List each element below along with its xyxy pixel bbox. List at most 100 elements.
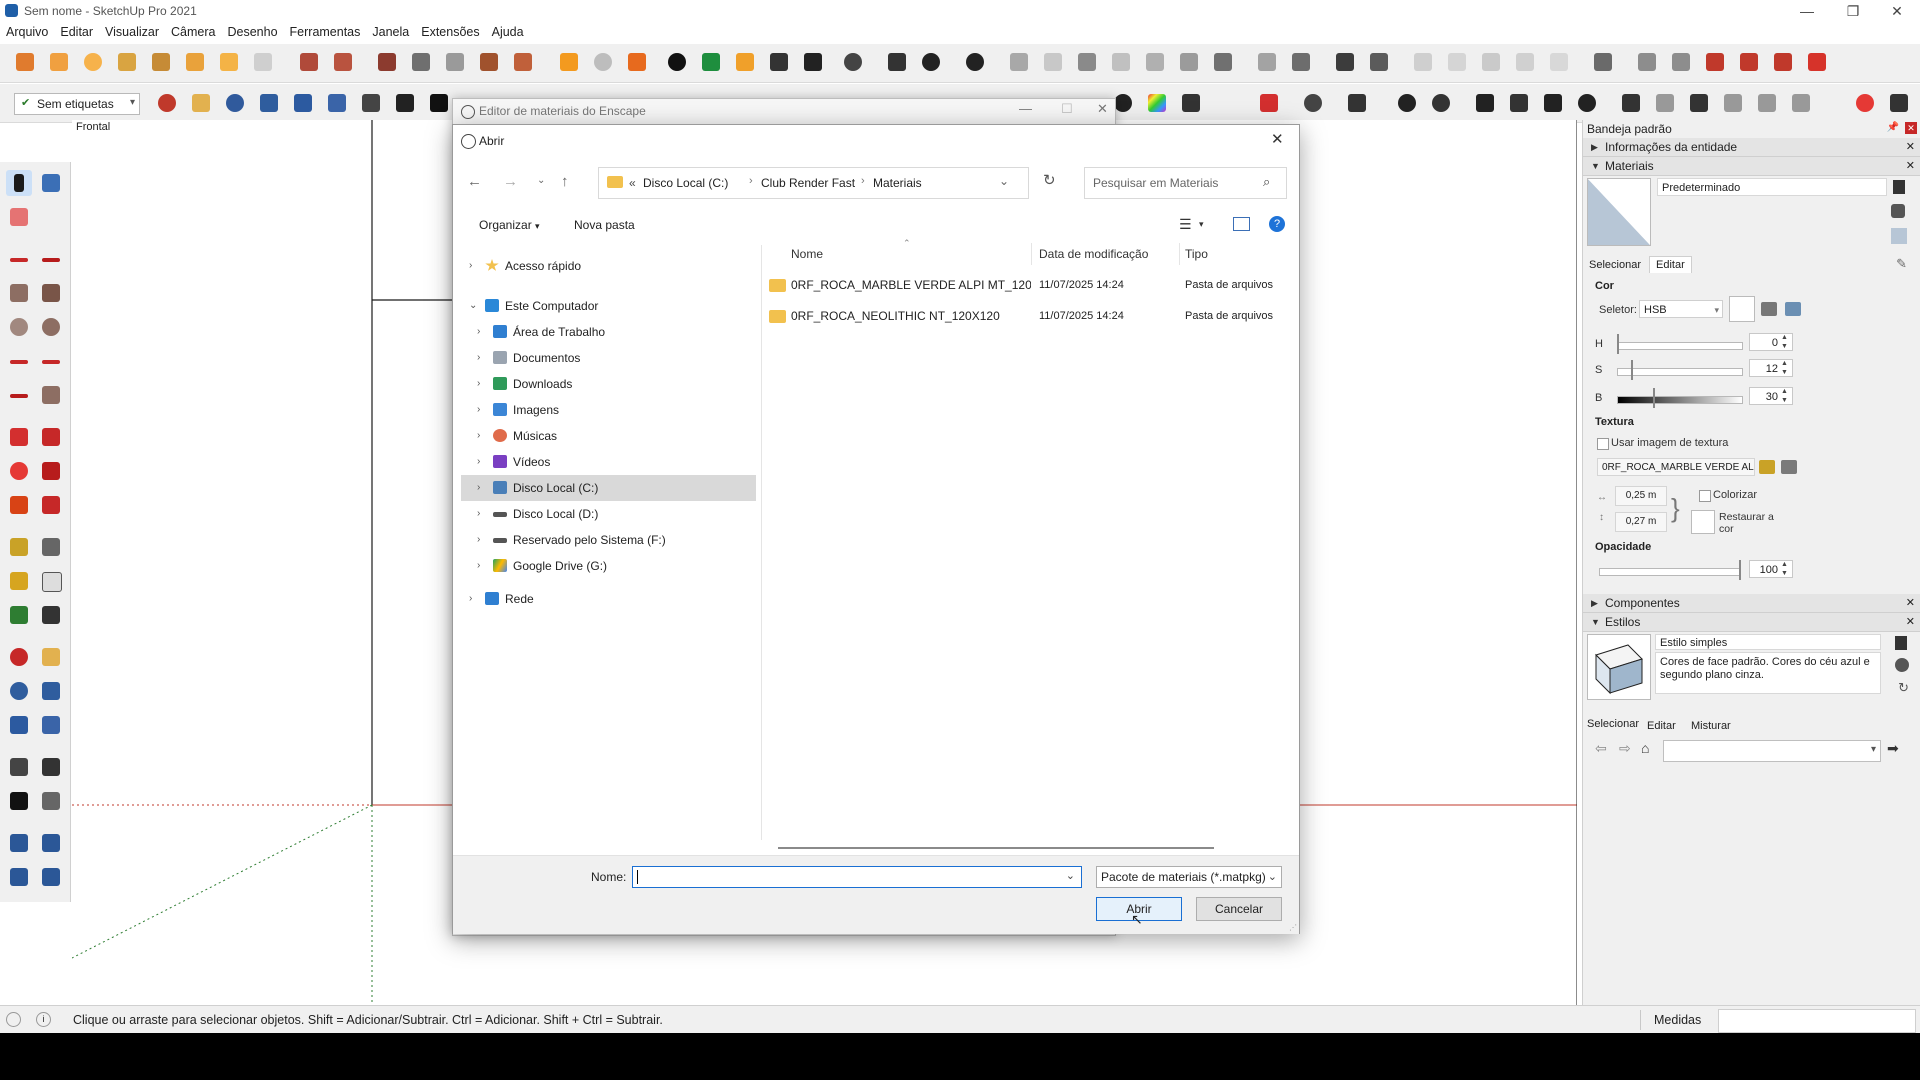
back-arrow-icon[interactable]: ← [467,173,482,190]
tree-item-this-pc[interactable]: ⌄ Este Computador [461,293,756,319]
entity-info-header[interactable]: ▶ Informações da entidade ✕ [1583,138,1920,157]
help-icon[interactable]: ? [1269,216,1285,232]
file-type-filter[interactable]: Pacote de materiais (*.matpkg) ⌄ [1096,866,1282,888]
polygon-icon[interactable] [38,314,64,340]
walk-tool-icon[interactable] [6,788,32,814]
file-row[interactable]: 0RF_ROCA_NEOLITHIC NT_120X120 11/07/2025… [759,301,1291,331]
color-preview-swatch[interactable] [1729,296,1755,322]
details-arrow-icon[interactable]: ➡ [1887,740,1899,757]
colorize-checkbox[interactable] [1699,490,1711,502]
close-icon[interactable]: ✕ [1906,594,1915,612]
orbit-tool-icon[interactable] [6,644,32,670]
scene-2-icon[interactable] [1668,49,1694,75]
style-collection-dropdown[interactable]: ▾ [1663,740,1881,762]
minimize-button[interactable]: — [1784,0,1830,22]
geo-location-icon[interactable] [6,1012,21,1027]
sandbox-scratch-icon[interactable] [38,830,64,856]
sandbox-icon[interactable] [296,49,322,75]
feedback-mail-icon[interactable] [884,49,910,75]
sandbox-contours-icon[interactable] [6,830,32,856]
chevron-right-icon[interactable]: › [469,253,472,279]
brick-wall-icon[interactable] [1256,90,1282,116]
chevron-right-icon[interactable]: › [477,397,480,423]
style-thumbnail[interactable] [1587,634,1651,700]
tree-item-disk-d[interactable]: › Disco Local (D:) [461,501,756,527]
measurements-input[interactable] [1718,1009,1916,1033]
style-update-icon[interactable] [1895,658,1909,672]
wireframe-icon[interactable] [1108,49,1134,75]
getting-started-icon[interactable] [12,49,38,75]
credits-info-icon[interactable]: i [36,1012,51,1027]
home-icon[interactable]: ⌂ [1641,740,1649,756]
match-color-screen-icon[interactable] [1785,302,1801,316]
scene-3-icon[interactable] [1702,49,1728,75]
rotate-icon[interactable] [6,458,32,484]
forward-arrow-icon[interactable]: ⇨ [1619,740,1631,757]
scene-6-icon[interactable] [1804,49,1830,75]
restore-color-swatch[interactable] [1691,510,1715,534]
previous-view-icon[interactable] [324,90,350,116]
h-spinner-icon[interactable]: ▲ ▼ [1781,333,1788,351]
material-editor-icon[interactable] [732,49,758,75]
b-slider[interactable] [1617,396,1743,404]
zoom-icon[interactable] [222,90,248,116]
eyedropper-icon[interactable]: ✎ [1896,256,1907,272]
zoom-tool-icon[interactable] [6,678,32,704]
text-tool-icon[interactable] [148,49,174,75]
upload-cloud-icon[interactable] [800,49,826,75]
right-view-icon[interactable] [1512,49,1538,75]
horizontal-scrollbar[interactable] [778,847,1214,849]
browse-folder-icon[interactable] [1759,460,1775,474]
search-input[interactable]: Pesquisar em Materiais [1093,176,1218,190]
maximize-button[interactable]: ❐ [1830,0,1876,22]
previous-tool-icon[interactable] [38,712,64,738]
select-tool-icon[interactable] [46,49,72,75]
breadcrumb-club-render-fast[interactable]: Club Render Fast [761,176,855,190]
render-icon[interactable] [1428,90,1454,116]
circle-icon[interactable] [6,314,32,340]
s-spinner-icon[interactable]: ▲ ▼ [1781,359,1788,377]
opacity-spinner-icon[interactable]: ▲ ▼ [1781,560,1788,578]
zoom-window-icon[interactable] [256,90,282,116]
up-arrow-icon[interactable]: ↑ [561,173,569,190]
h-slider[interactable] [1617,342,1743,350]
back-arrow-icon[interactable]: ⇦ [1595,740,1607,757]
select-arrow-icon[interactable] [6,170,32,196]
color-palette-icon[interactable] [1144,90,1170,116]
add-icon[interactable] [664,49,690,75]
back-edges-icon[interactable] [1074,49,1100,75]
s-slider[interactable] [1617,368,1743,376]
b-spinner-icon[interactable]: ▲ ▼ [1781,387,1788,405]
pin-icon[interactable]: 📌 [1887,122,1899,133]
mesh-light-icon[interactable] [1720,90,1746,116]
column-divider[interactable] [1031,243,1032,265]
chevron-right-icon[interactable]: › [477,371,480,397]
tree-item-desktop[interactable]: › Área de Trabalho [461,319,756,345]
smoove-icon[interactable] [510,49,536,75]
file-name-input[interactable]: ⌄ [632,866,1082,888]
forward-arrow-icon[interactable]: → [503,173,518,190]
push-pull-icon[interactable] [38,424,64,450]
style-tab-select[interactable]: Selecionar [1587,718,1639,730]
aspect-lock-icon[interactable]: } [1671,490,1680,526]
stamp-icon[interactable] [374,49,400,75]
enscape-logo-icon[interactable] [556,49,582,75]
terrain-icon[interactable] [330,49,356,75]
eraser-icon[interactable] [6,204,32,230]
solid-union-icon[interactable] [1332,49,1358,75]
menu-editar[interactable]: Editar [54,22,99,42]
caret-down-icon[interactable]: ▾ [1199,219,1204,230]
material-name-field[interactable]: Predeterminado [1657,178,1887,196]
menu-arquivo[interactable]: Arquivo [0,22,54,42]
textured-icon[interactable] [1210,49,1236,75]
dome-light-icon[interactable] [1652,90,1678,116]
menu-ajuda[interactable]: Ajuda [486,22,530,42]
s-slider-thumb[interactable] [1631,360,1633,380]
match-color-model-icon[interactable] [1761,302,1777,316]
back-view-icon[interactable] [1546,49,1572,75]
styles-header[interactable]: ▼ Estilos ✕ [1583,613,1920,632]
preview-pane-icon[interactable] [1233,217,1250,231]
menu-ferramentas[interactable]: Ferramentas [284,22,367,42]
rectangle-icon[interactable] [6,280,32,306]
pane-splitter[interactable] [761,245,762,840]
